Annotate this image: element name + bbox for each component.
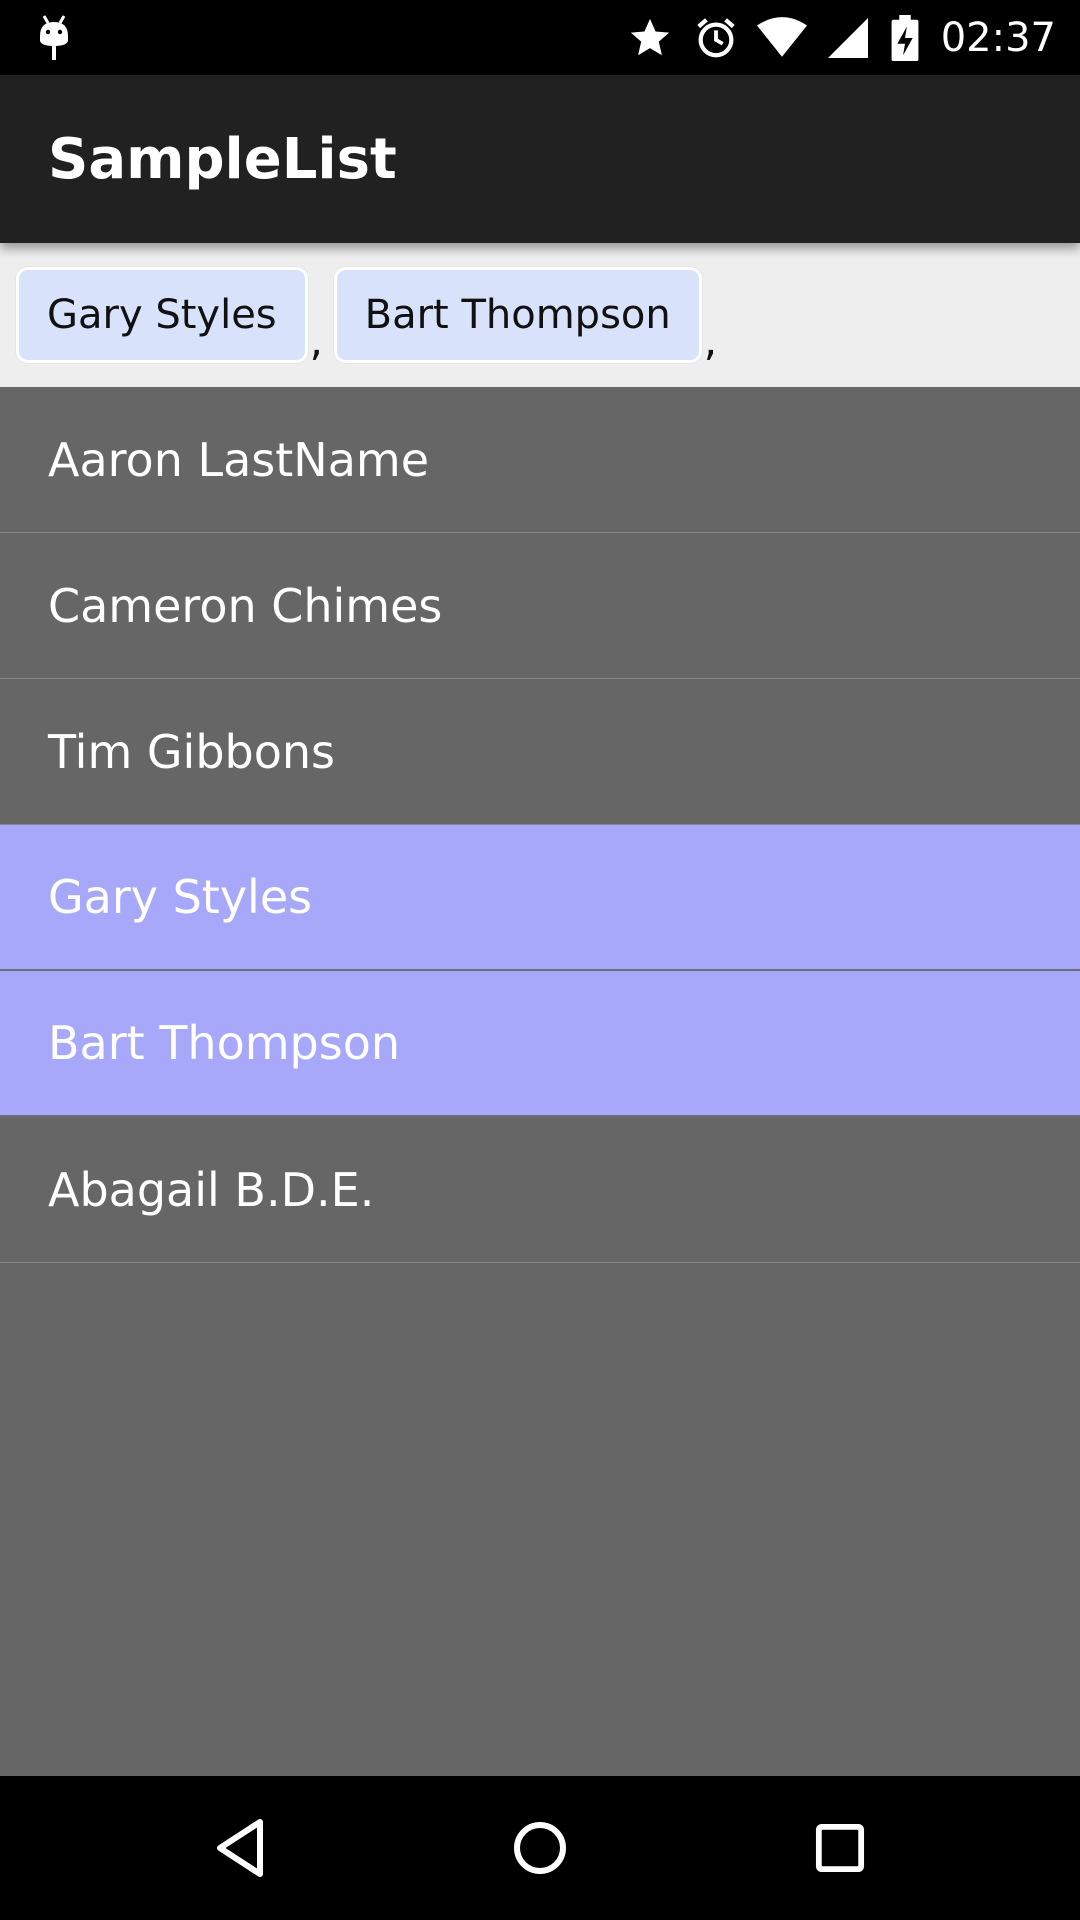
list-item-cameron-chimes[interactable]: Cameron Chimes xyxy=(0,533,1080,679)
wifi-icon xyxy=(755,11,809,65)
status-clock: 02:37 xyxy=(940,14,1056,61)
status-bar: 02:37 xyxy=(0,0,1080,75)
app-title: SampleList xyxy=(48,126,397,192)
chip-label: Gary Styles xyxy=(47,292,277,338)
chip-bart-thompson[interactable]: Bart Thompson xyxy=(333,267,702,363)
navigation-bar xyxy=(0,1776,1080,1920)
chip-separator: , xyxy=(703,316,718,365)
chip-label: Bart Thompson xyxy=(364,292,671,338)
selected-chips-field[interactable]: Gary Styles , Bart Thompson , xyxy=(0,243,1080,387)
list-item-label: Aaron LastName xyxy=(48,432,430,487)
list-item-label: Bart Thompson xyxy=(48,1016,400,1070)
chip-separator: , xyxy=(309,316,324,365)
star-icon xyxy=(623,11,677,65)
list-item-abagail-bde[interactable]: Abagail B.D.E. xyxy=(0,1117,1080,1263)
contact-list[interactable]: Aaron LastName Cameron Chimes Tim Gibbon… xyxy=(0,387,1080,1776)
list-item-label: Abagail B.D.E. xyxy=(48,1162,375,1217)
recents-icon[interactable] xyxy=(804,1812,876,1884)
list-item-bart-thompson[interactable]: Bart Thompson xyxy=(0,971,1080,1117)
list-item-label: Tim Gibbons xyxy=(48,724,335,779)
home-icon[interactable] xyxy=(504,1812,576,1884)
list-item-gary-styles[interactable]: Gary Styles xyxy=(0,825,1080,971)
alarm-icon xyxy=(689,11,743,65)
chip-gary-styles[interactable]: Gary Styles xyxy=(16,267,308,363)
action-bar: SampleList xyxy=(0,75,1080,243)
list-item-aaron-lastname[interactable]: Aaron LastName xyxy=(0,387,1080,533)
cell-signal-icon xyxy=(821,11,875,65)
android-debug-icon xyxy=(36,14,72,62)
back-icon[interactable] xyxy=(204,1812,276,1884)
list-item-tim-gibbons[interactable]: Tim Gibbons xyxy=(0,679,1080,825)
battery-charging-icon xyxy=(887,11,923,65)
status-icons: 02:37 xyxy=(623,0,1056,75)
list-item-label: Gary Styles xyxy=(48,870,313,924)
list-item-label: Cameron Chimes xyxy=(48,578,443,633)
